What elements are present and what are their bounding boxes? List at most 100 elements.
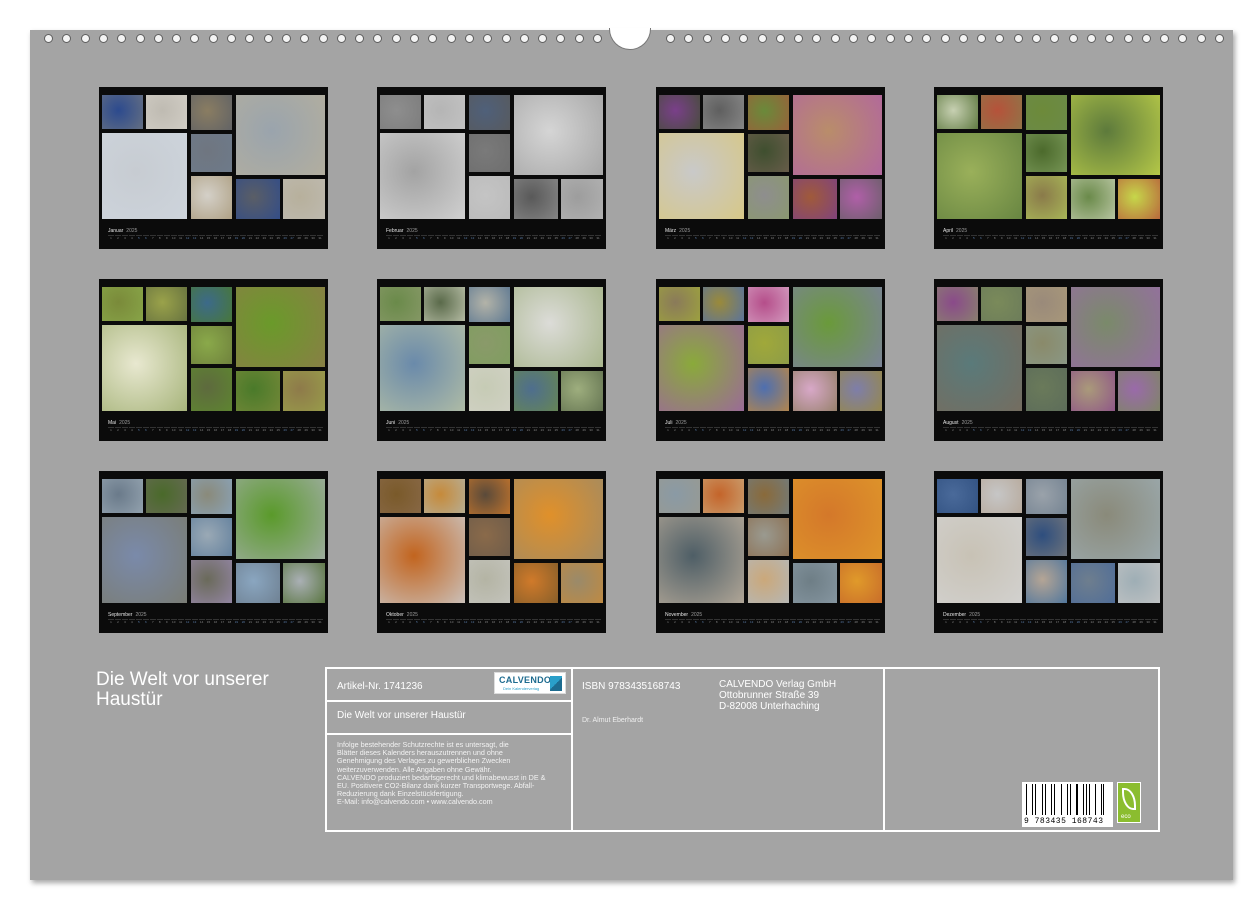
day-number: 13 — [469, 427, 476, 432]
photo-tile — [937, 517, 1022, 603]
binding-ring — [208, 34, 218, 43]
day-number: 12 — [1019, 235, 1026, 240]
day-strip: 1 2 3 4 5 6 7 8 9 10 11 12 13 14 15 16 17 18 19 20 21 22 23 24 2… — [943, 235, 1159, 242]
day-strip: 1 2 3 4 5 6 7 8 9 10 11 12 13 14 15 16 17 18 19 20 21 22 23 24 2… — [943, 427, 1159, 434]
day-number: 24 — [268, 619, 275, 624]
day-number: 11 — [734, 235, 741, 240]
day-number: 8 — [713, 235, 720, 242]
day-number: 24 — [268, 235, 275, 240]
day-number: 13 — [748, 619, 755, 624]
photo-tile — [146, 479, 187, 513]
binding-ring — [720, 34, 730, 43]
day-number: 10 — [448, 619, 455, 624]
day-number: 20 — [518, 235, 525, 240]
day-number: 2 — [671, 235, 678, 242]
photo-tile — [191, 560, 232, 603]
day-number: 8 — [156, 619, 163, 626]
month-label: März 2025 — [665, 228, 690, 234]
day-number: 13 — [469, 619, 476, 624]
photo-tile — [1026, 518, 1067, 556]
binding-ring — [538, 34, 548, 43]
month-name: März — [665, 228, 677, 234]
day-number: 16 — [212, 235, 219, 240]
day-number: 19 — [233, 427, 240, 432]
day-strip: 1 2 3 4 5 6 7 8 9 10 11 12 13 14 15 16 17 18 19 20 21 22 23 24 2… — [108, 235, 324, 242]
month-year: 2025 — [135, 612, 147, 618]
day-number: 2 — [392, 619, 399, 626]
day-number: 15 — [205, 427, 212, 432]
day-number: 29 — [581, 619, 588, 624]
day-number: 8 — [156, 235, 163, 242]
day-number: 31 — [595, 427, 602, 432]
day-strip: 1 2 3 4 5 6 7 8 9 10 11 12 13 14 15 16 17 18 19 20 21 22 23 24 2… — [665, 619, 881, 626]
photo-tile — [380, 133, 465, 219]
day-number: 10 — [448, 427, 455, 432]
binding-ring — [519, 34, 529, 43]
day-number: 25 — [832, 235, 839, 240]
month-year: 2025 — [126, 228, 138, 234]
day-number: 17 — [776, 619, 783, 624]
day-number: 15 — [1040, 619, 1047, 624]
binding-ring — [1068, 34, 1078, 43]
day-number: 30 — [867, 235, 874, 240]
day-number: 4 — [685, 619, 692, 626]
day-number: 31 — [317, 235, 324, 240]
photo-tile — [659, 133, 744, 219]
day-number: 9 — [998, 619, 1005, 626]
day-number: 26 — [1117, 427, 1124, 432]
binding-ring — [446, 34, 456, 43]
day-number: 30 — [588, 427, 595, 432]
binding-ring — [190, 34, 200, 43]
day-number: 4 — [128, 427, 135, 434]
day-number: 5 — [135, 235, 142, 242]
day-number: 13 — [1026, 619, 1033, 624]
month-preview: November 2025 1 2 3 4 5 6 7 8 9 10 11 12 13 14 15 16 17 18 1… — [656, 471, 885, 633]
day-number: 27 — [567, 235, 574, 240]
day-number: 8 — [713, 619, 720, 626]
day-number: 26 — [1117, 235, 1124, 240]
binding-ring — [1215, 34, 1224, 43]
day-number: 4 — [128, 619, 135, 626]
day-number: 7 — [984, 427, 991, 434]
day-number: 3 — [121, 427, 128, 434]
day-number: 27 — [1124, 235, 1131, 240]
day-number: 8 — [434, 235, 441, 242]
binding-ring — [373, 34, 383, 43]
day-number: 30 — [867, 427, 874, 432]
day-number: 28 — [574, 619, 581, 624]
day-number: 19 — [1068, 619, 1075, 624]
day-number: 30 — [588, 235, 595, 240]
day-number: 19 — [790, 235, 797, 240]
day-number: 18 — [1061, 427, 1068, 432]
day-number: 12 — [1019, 619, 1026, 624]
day-number: 23 — [261, 427, 268, 432]
binding-ring — [1013, 34, 1023, 43]
day-number: 23 — [261, 235, 268, 240]
month-label: Juni 2025 — [386, 420, 409, 426]
day-number: 24 — [825, 619, 832, 624]
day-number: 26 — [839, 427, 846, 432]
day-number: 25 — [553, 427, 560, 432]
day-number: 16 — [212, 619, 219, 624]
photo-tile — [514, 287, 603, 367]
month-name: April — [943, 228, 954, 234]
day-number: 11 — [177, 427, 184, 432]
day-number: 6 — [420, 619, 427, 626]
binding-ring — [1178, 34, 1188, 43]
day-number: 8 — [991, 427, 998, 434]
day-number: 9 — [720, 235, 727, 242]
day-number: 22 — [1089, 427, 1096, 432]
photo-tile — [469, 176, 510, 219]
day-number: 26 — [560, 619, 567, 624]
day-number: 14 — [1033, 235, 1040, 240]
binding-ring — [775, 34, 785, 43]
photo-tile — [146, 287, 187, 321]
day-number: 16 — [1047, 427, 1054, 432]
day-number: 22 — [532, 427, 539, 432]
day-number: 15 — [762, 427, 769, 432]
day-number: 29 — [303, 427, 310, 432]
binding-ring — [556, 34, 566, 43]
day-number: 13 — [469, 235, 476, 240]
day-number: 11 — [455, 619, 462, 624]
day-number: 25 — [1110, 235, 1117, 240]
